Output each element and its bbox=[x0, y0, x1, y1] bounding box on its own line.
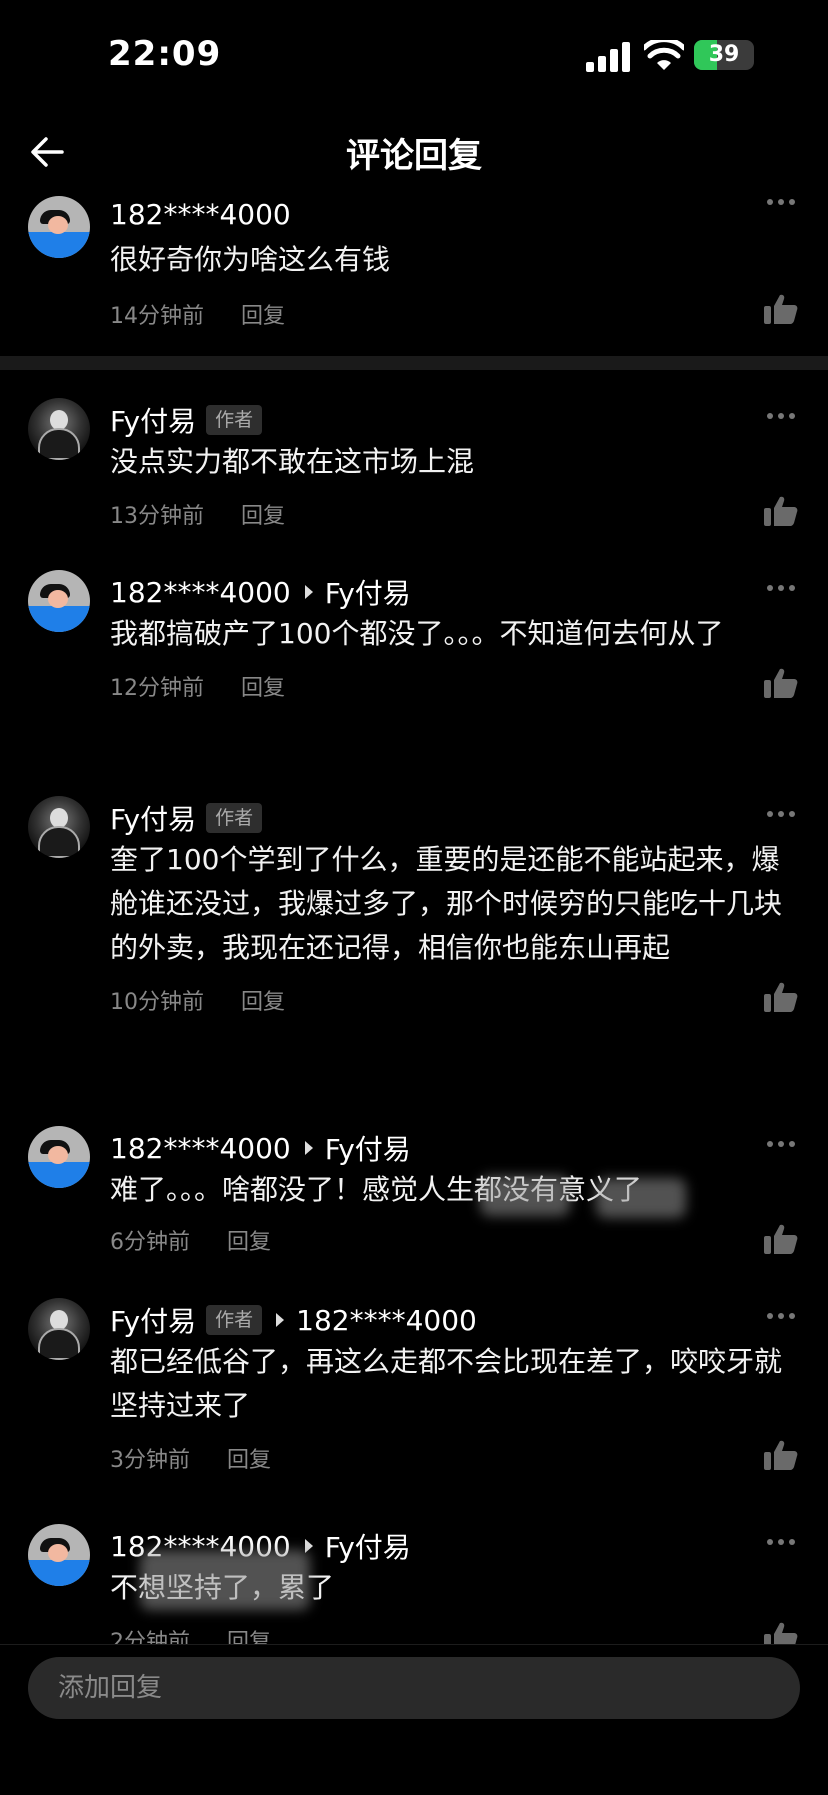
reply-button[interactable]: 回复 bbox=[241, 304, 285, 329]
reply-to-user[interactable]: Fy付易 bbox=[325, 1526, 411, 1566]
thumbs-up-icon[interactable] bbox=[764, 1440, 798, 1470]
more-dots-icon[interactable] bbox=[766, 810, 796, 818]
reply-to-user[interactable]: 182****4000 bbox=[296, 1304, 477, 1337]
thumbs-up-icon[interactable] bbox=[764, 982, 798, 1012]
comment-meta: 10分钟前 回复 bbox=[110, 984, 285, 1016]
reply-input-bar bbox=[0, 1644, 828, 1795]
avatar[interactable] bbox=[28, 1298, 90, 1360]
reply-to-arrow-icon bbox=[304, 1539, 313, 1553]
section-divider bbox=[0, 356, 828, 370]
more-dots-icon[interactable] bbox=[766, 1140, 796, 1148]
comment-text: 没点实力都不敢在这市场上混 bbox=[110, 445, 475, 478]
comment-author[interactable]: Fy付易 作者 bbox=[110, 400, 263, 440]
avatar[interactable] bbox=[28, 570, 90, 632]
more-dots-icon[interactable] bbox=[766, 1312, 796, 1320]
comment-text: 难了。。。啥都没了！感觉人生都没有意义了 bbox=[110, 1173, 643, 1206]
comment-time: 6分钟前 bbox=[110, 1230, 190, 1255]
page-title: 评论回复 bbox=[346, 136, 482, 176]
reply-to-user[interactable]: Fy付易 bbox=[325, 1128, 411, 1168]
thumbs-up-icon[interactable] bbox=[764, 496, 798, 526]
reply-button[interactable]: 回复 bbox=[241, 990, 285, 1015]
thumbs-up-icon[interactable] bbox=[764, 668, 798, 698]
comment-author[interactable]: 182****4000 Fy付易 bbox=[110, 572, 411, 612]
username[interactable]: 182****4000 bbox=[110, 1132, 291, 1165]
thumbs-up-icon[interactable] bbox=[764, 294, 798, 324]
reply-button[interactable]: 回复 bbox=[227, 1448, 271, 1473]
blur-smudge bbox=[140, 1550, 310, 1610]
username[interactable]: Fy付易 bbox=[110, 798, 196, 838]
comment-meta: 13分钟前 回复 bbox=[110, 498, 285, 530]
reply-button[interactable]: 回复 bbox=[241, 504, 285, 529]
comment-time: 14分钟前 bbox=[110, 304, 204, 329]
more-dots-icon[interactable] bbox=[766, 584, 796, 592]
more-dots-icon[interactable] bbox=[766, 198, 796, 206]
wifi-icon bbox=[644, 40, 684, 70]
blur-smudge bbox=[480, 1176, 570, 1216]
comment-text: 奎了100个学到了什么，重要的是还能不能站起来，爆舱谁还没过，我爆过多了，那个时… bbox=[110, 843, 783, 964]
more-dots-icon[interactable] bbox=[766, 1538, 796, 1546]
comment-time: 3分钟前 bbox=[110, 1448, 190, 1473]
reply-to-arrow-icon bbox=[304, 1141, 313, 1155]
battery-indicator: 39 bbox=[694, 40, 754, 70]
reply-to-user[interactable]: Fy付易 bbox=[325, 572, 411, 612]
reply-to-arrow-icon bbox=[276, 1313, 285, 1327]
comment-meta: 14分钟前 回复 bbox=[110, 298, 285, 330]
avatar[interactable] bbox=[28, 1524, 90, 1586]
comment-author[interactable]: 182****4000 Fy付易 bbox=[110, 1128, 411, 1168]
avatar[interactable] bbox=[28, 796, 90, 858]
comment-meta: 6分钟前 回复 bbox=[110, 1224, 271, 1256]
comment-author[interactable]: Fy付易 作者 182****4000 bbox=[110, 1300, 477, 1340]
reply-to-arrow-icon bbox=[304, 585, 313, 599]
avatar[interactable] bbox=[28, 1126, 90, 1188]
comment-time: 12分钟前 bbox=[110, 676, 204, 701]
battery-percent: 39 bbox=[708, 42, 740, 67]
comment-meta: 12分钟前 回复 bbox=[110, 670, 285, 702]
comment-author[interactable]: Fy付易 作者 bbox=[110, 798, 263, 838]
username[interactable]: Fy付易 bbox=[110, 1300, 196, 1340]
reply-button[interactable]: 回复 bbox=[241, 676, 285, 701]
comment-text: 都已经低谷了，再这么走都不会比现在差了，咬咬牙就坚持过来了 bbox=[110, 1345, 783, 1422]
nav-bar: 评论回复 bbox=[0, 110, 828, 202]
signal-icon bbox=[586, 42, 630, 72]
reply-button[interactable]: 回复 bbox=[227, 1230, 271, 1255]
thumbs-up-icon[interactable] bbox=[764, 1224, 798, 1254]
comment-text: 很好奇你为啥这么有钱 bbox=[110, 243, 391, 276]
username[interactable]: 182****4000 bbox=[110, 576, 291, 609]
username[interactable]: Fy付易 bbox=[110, 400, 196, 440]
comment-time: 10分钟前 bbox=[110, 990, 204, 1015]
author-badge: 作者 bbox=[206, 405, 263, 435]
author-badge: 作者 bbox=[206, 1305, 263, 1335]
blur-smudge bbox=[596, 1178, 686, 1218]
comment-text: 我都搞破产了100个都没了。。。不知道何去何从了 bbox=[110, 617, 724, 650]
reply-input[interactable] bbox=[28, 1657, 800, 1719]
avatar[interactable] bbox=[28, 398, 90, 460]
comment-time: 13分钟前 bbox=[110, 504, 204, 529]
username[interactable]: 182****4000 bbox=[110, 198, 291, 231]
comment-author[interactable]: 182****4000 bbox=[110, 198, 291, 231]
avatar[interactable] bbox=[28, 196, 90, 258]
status-time: 22:09 bbox=[108, 34, 222, 74]
author-badge: 作者 bbox=[206, 803, 263, 833]
more-dots-icon[interactable] bbox=[766, 412, 796, 420]
status-bar: 22:09 39 bbox=[0, 0, 828, 110]
comment-meta: 3分钟前 回复 bbox=[110, 1442, 271, 1474]
